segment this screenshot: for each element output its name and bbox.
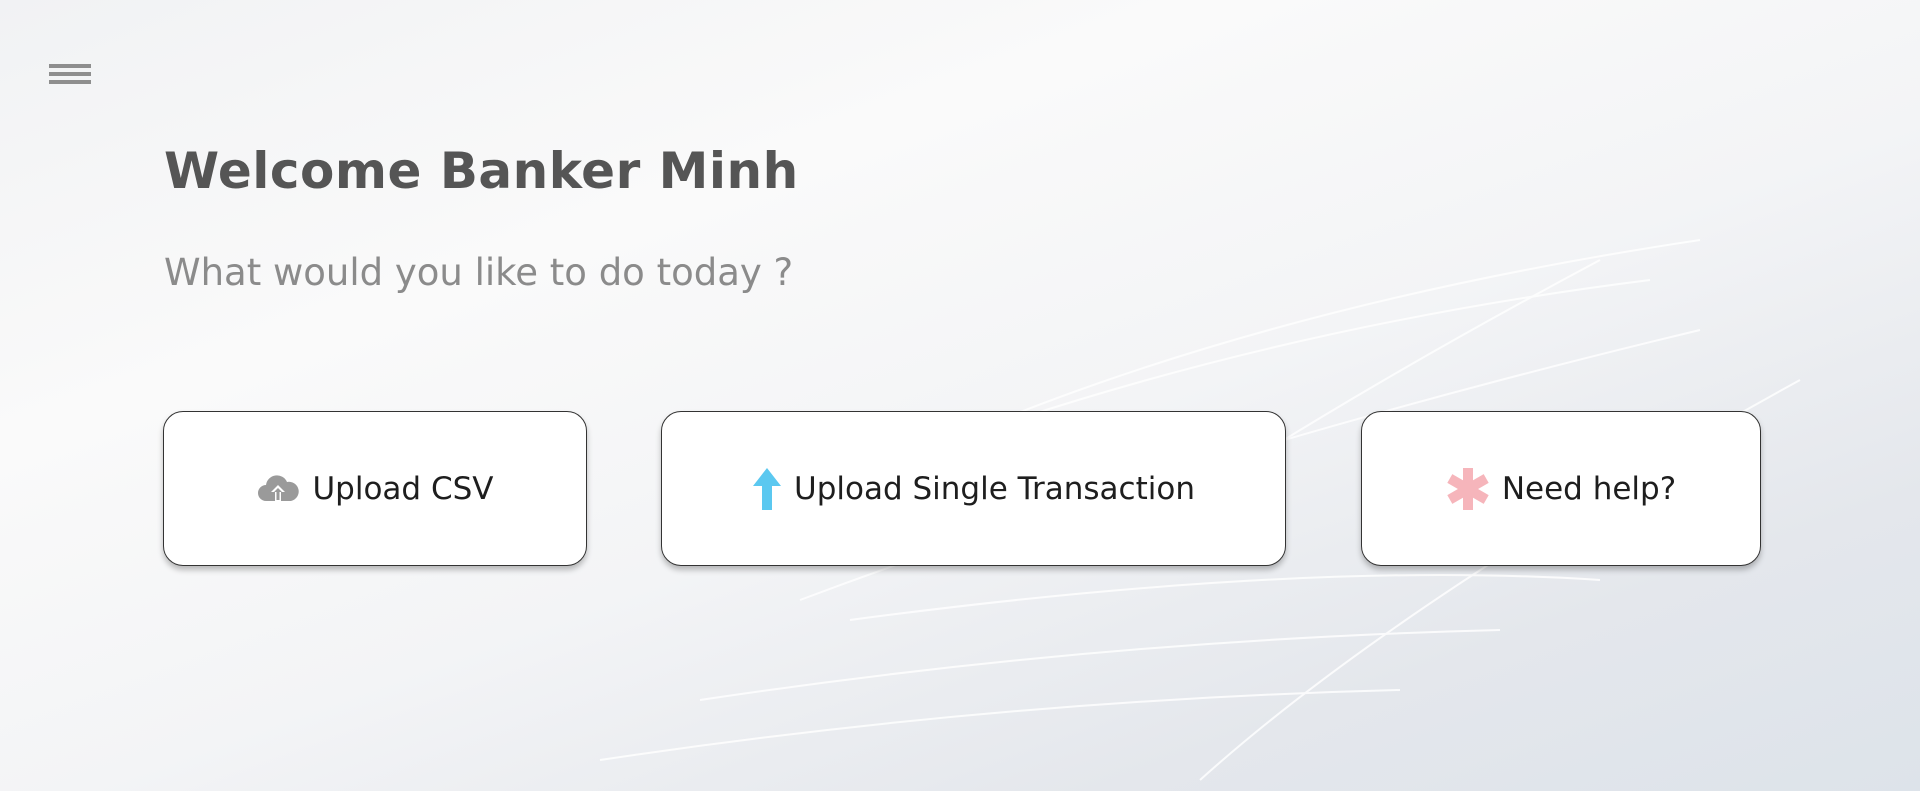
need-help-button[interactable]: Need help?: [1361, 411, 1761, 566]
background-lines: [599, 239, 1801, 781]
page-subtitle: What would you like to do today ?: [164, 251, 794, 294]
arrow-up-icon: [752, 467, 782, 511]
page-title: Welcome Banker Minh: [164, 142, 799, 200]
upload-csv-label: Upload CSV: [312, 470, 494, 507]
upload-single-transaction-button[interactable]: Upload Single Transaction: [661, 411, 1286, 566]
upload-csv-button[interactable]: Upload CSV: [163, 411, 587, 566]
asterisk-icon: [1446, 467, 1490, 511]
upload-single-transaction-label: Upload Single Transaction: [794, 470, 1195, 507]
cloud-upload-icon: [256, 467, 300, 511]
hamburger-icon[interactable]: [49, 64, 91, 88]
need-help-label: Need help?: [1501, 470, 1677, 507]
